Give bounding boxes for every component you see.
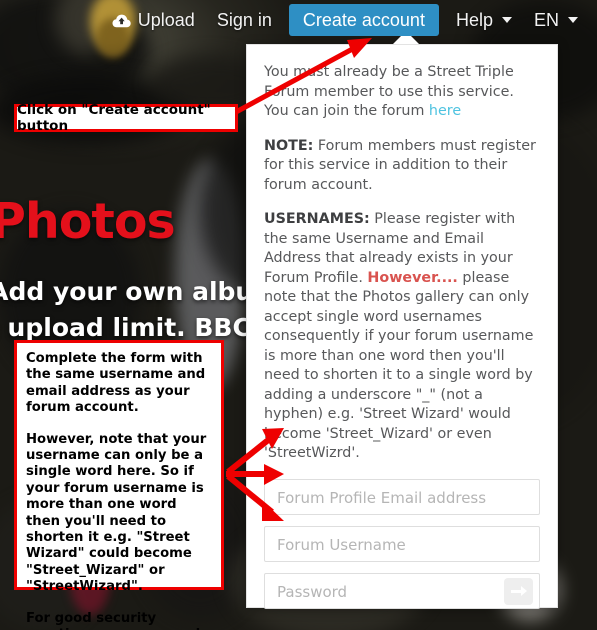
create-account-button[interactable]: Create account	[288, 4, 439, 36]
screenshot-stage: n Photos e. Add your own album ge upload…	[0, 0, 597, 630]
password-field[interactable]: Password	[264, 572, 540, 609]
annotation-form-instructions: Complete the form with the same username…	[14, 340, 224, 630]
hero-title: n Photos	[0, 193, 176, 250]
email-field[interactable]: Forum Profile Email address	[264, 478, 540, 515]
annotation-click-create-account: Click on "Create account" button	[14, 102, 238, 134]
hero-subline-1: e. Add your own album	[0, 277, 280, 306]
create-account-label: Create account	[302, 10, 425, 30]
create-account-dropdown-panel: You must already be a Street Triple Foru…	[246, 44, 558, 609]
nav-sign-in[interactable]: Sign in	[206, 5, 283, 35]
arrow-right-icon	[510, 586, 527, 596]
submit-button[interactable]	[504, 577, 533, 605]
chevron-down-icon	[568, 17, 578, 23]
username-field[interactable]: Forum Username	[264, 525, 540, 562]
panel-paragraph-usernames: USERNAMES: Please register with the same…	[264, 210, 540, 464]
nav-upload-label: Upload	[137, 10, 195, 30]
however-highlight: However....	[367, 269, 458, 286]
annotation-bottom-paragraph-2: However, note that your username can onl…	[26, 431, 207, 595]
nav-help-label: Help	[455, 10, 493, 30]
nav-language[interactable]: EN	[523, 5, 589, 35]
password-field-placeholder: Password	[277, 582, 348, 601]
panel-paragraph-note: NOTE: Forum members must register for th…	[264, 137, 540, 196]
cloud-upload-icon	[112, 13, 131, 28]
nav-sign-in-label: Sign in	[216, 10, 272, 30]
top-navigation-bar: Upload Sign in Create account Help EN	[0, 0, 597, 40]
panel-paragraph-membership-text: You must already be a Street Triple Foru…	[264, 64, 514, 119]
annotation-bottom-paragraph-1: Complete the form with the same username…	[26, 351, 206, 416]
usernames-label: USERNAMES:	[264, 211, 370, 227]
join-forum-link[interactable]: here	[429, 103, 461, 119]
terms-notice: By signing up you agree to our Terms of …	[264, 620, 540, 630]
nav-upload[interactable]: Upload	[101, 5, 206, 35]
username-field-placeholder: Forum Username	[277, 535, 406, 554]
note-label: NOTE:	[264, 137, 314, 154]
chevron-down-icon	[501, 17, 512, 23]
email-field-placeholder: Forum Profile Email address	[277, 488, 487, 507]
nav-language-label: EN	[533, 10, 559, 30]
panel-paragraph-membership: You must already be a Street Triple Foru…	[264, 63, 540, 122]
usernames-text-b: please note that the Photos gallery can …	[264, 269, 534, 462]
annotation-top-text: Click on "Create account" button	[17, 102, 211, 134]
nav-help[interactable]: Help	[445, 5, 523, 35]
annotation-bottom-paragraph-3: For good security practice your password…	[26, 610, 200, 630]
signup-form: Forum Profile Email address Forum Userna…	[247, 478, 557, 630]
